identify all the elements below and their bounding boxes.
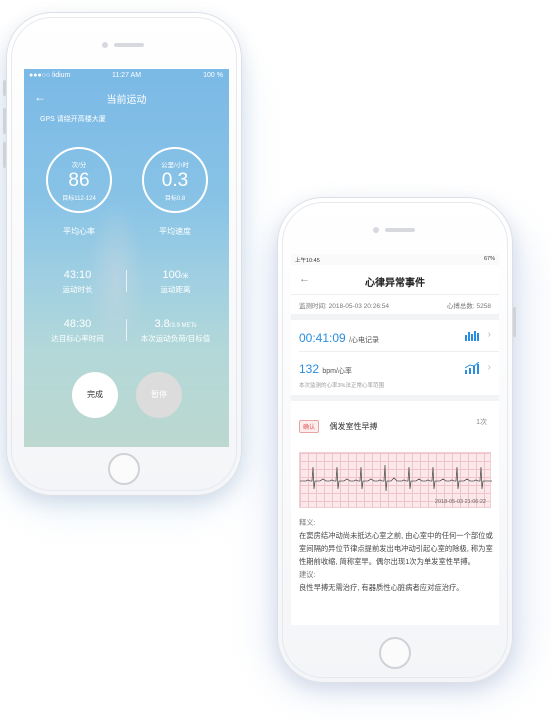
confirm-badge[interactable]: 确认 — [299, 420, 320, 433]
gps-hint: GPS 请绕开高楼大厦 — [40, 116, 106, 123]
battery-label: 67% — [483, 256, 495, 262]
event-name: 偶发室性早搏 — [329, 422, 378, 431]
heart-rate-gauge: 次/分 86 目标112-124 — [46, 147, 112, 213]
volume-up-button — [3, 108, 6, 134]
speed-label: 平均速度 — [159, 227, 191, 236]
right-phone-frame: 上午10:45 67% ← 心律异常事件 监测时间: 2018-05-03 20… — [277, 197, 516, 683]
front-camera — [102, 42, 108, 48]
status-bar: ●●●○○ lidium 11:27 AM 100 % — [24, 69, 229, 83]
heart-rate-label: 平均心率 — [63, 227, 95, 236]
pause-button[interactable]: 暂停 — [136, 372, 182, 418]
divider — [126, 319, 127, 341]
ecg-record-row[interactable]: 00:41:09 /心电记录 › — [299, 329, 491, 347]
page-title: 当前运动 — [106, 95, 147, 106]
target-hr-time-value: 48:30 — [63, 318, 92, 330]
finish-button[interactable]: 完成 — [72, 372, 118, 418]
monitor-info: 监测时间: 2018-05-03 20:26:54 心搏总数: 5258 — [299, 300, 491, 310]
distance-label: 运动距离 — [160, 285, 191, 294]
explanation-text: 在窦房结冲动尚未抵达心室之前, 由心室中的任何一个部位或室间隔的异位节律点提前发… — [299, 531, 493, 566]
event-row: 确认 偶发室性早搏 1次 — [299, 416, 491, 434]
speed-value: 0.3 — [161, 170, 189, 191]
ecg-timestamp: 2018-05-03 21:06:22 — [434, 499, 486, 505]
speed-unit: 公里/小时 — [161, 162, 189, 169]
monitor-time: 监测时间: 2018-05-03 20:26:54 — [299, 303, 389, 310]
ecg-record-label: /心电记录 — [349, 337, 380, 344]
distance-value: 100 — [162, 269, 181, 281]
earpiece-speaker — [385, 228, 415, 232]
duration-stat: 43:10 运动时长 — [30, 269, 125, 295]
chevron-right-icon: › — [487, 362, 491, 373]
explanation-heading: 释义: — [299, 518, 316, 527]
distance-unit: /米 — [180, 274, 189, 280]
heartbeat-total: 心搏总数: 5258 — [446, 303, 491, 310]
heart-rate-unit: bpm/心率 — [322, 368, 352, 375]
heart-rate-value: 86 — [68, 170, 90, 191]
status-bar: 上午10:45 67% — [291, 254, 499, 265]
home-button[interactable] — [379, 637, 411, 669]
front-camera — [373, 227, 379, 233]
heart-rate-note: 本次监测的心率3%法正常心率范围 — [299, 383, 384, 389]
heart-rate-row[interactable]: 132 bpm/心率 本次监测的心率3%法正常心率范围 › — [299, 360, 491, 389]
heart-rate-value: 132 — [299, 362, 320, 376]
speed-target: 目标0.8 — [164, 196, 186, 202]
load-unit: /3.9 METs — [169, 323, 197, 329]
ecg-record-duration: 00:41:09 — [299, 331, 346, 345]
duration-value: 43:10 — [63, 269, 92, 281]
nav-bar: ← 当前运动 — [24, 89, 229, 107]
event-count: 1次 — [476, 419, 487, 426]
distance-stat: 100/米 运动距离 — [128, 269, 223, 295]
row-divider — [299, 351, 499, 352]
divider — [126, 270, 127, 292]
arrhythmia-screen: 上午10:45 67% ← 心律异常事件 监测时间: 2018-05-03 20… — [291, 254, 499, 625]
heart-rate-target: 目标112-124 — [62, 196, 96, 202]
clock: 11:27 AM — [111, 72, 142, 79]
ecg-strip: 2018-05-03 21:06:22 — [299, 452, 492, 508]
section-divider — [291, 395, 499, 401]
target-hr-time-label: 达目标心率时间 — [51, 334, 104, 343]
load-stat: 3.8/3.9 METs 本次运动负荷/目标值 — [128, 318, 223, 344]
section-divider — [291, 314, 499, 320]
load-label: 本次运动负荷/目标值 — [140, 334, 211, 343]
workout-screen: ●●●○○ lidium 11:27 AM 100 % ← 当前运动 GPS 请… — [24, 69, 229, 447]
target-hr-time-stat: 48:30 达目标心率时间 — [30, 318, 125, 344]
chevron-right-icon: › — [487, 329, 491, 340]
mute-switch — [3, 80, 6, 96]
load-value: 3.8 — [154, 318, 170, 330]
heart-rate-unit: 次/分 — [71, 162, 87, 169]
explanation-section: 释义: 在窦房结冲动尚未抵达心室之前, 由心室中的任何一个部位或室间隔的异位节律… — [299, 516, 493, 594]
speed-gauge: 公里/小时 0.3 目标0.8 — [142, 147, 208, 213]
nav-bar: ← 心律异常事件 — [291, 265, 499, 295]
power-button — [513, 307, 516, 337]
earpiece-speaker — [114, 43, 144, 47]
battery-label: 100 % — [203, 72, 223, 79]
trend-chart-icon — [465, 362, 479, 374]
left-phone-frame: ●●●○○ lidium 11:27 AM 100 % ← 当前运动 GPS 请… — [3, 12, 242, 496]
volume-down-button — [3, 142, 6, 168]
advice-text: 良性早搏无需治疗, 有器质性心脏病者应对症治疗。 — [299, 583, 464, 592]
clock: 上午10:45 — [295, 258, 320, 264]
duration-label: 运动时长 — [62, 285, 93, 294]
advice-heading: 建议: — [299, 570, 316, 579]
home-button[interactable] — [108, 453, 140, 485]
bar-chart-icon — [465, 331, 479, 341]
page-title: 心律异常事件 — [365, 278, 425, 289]
